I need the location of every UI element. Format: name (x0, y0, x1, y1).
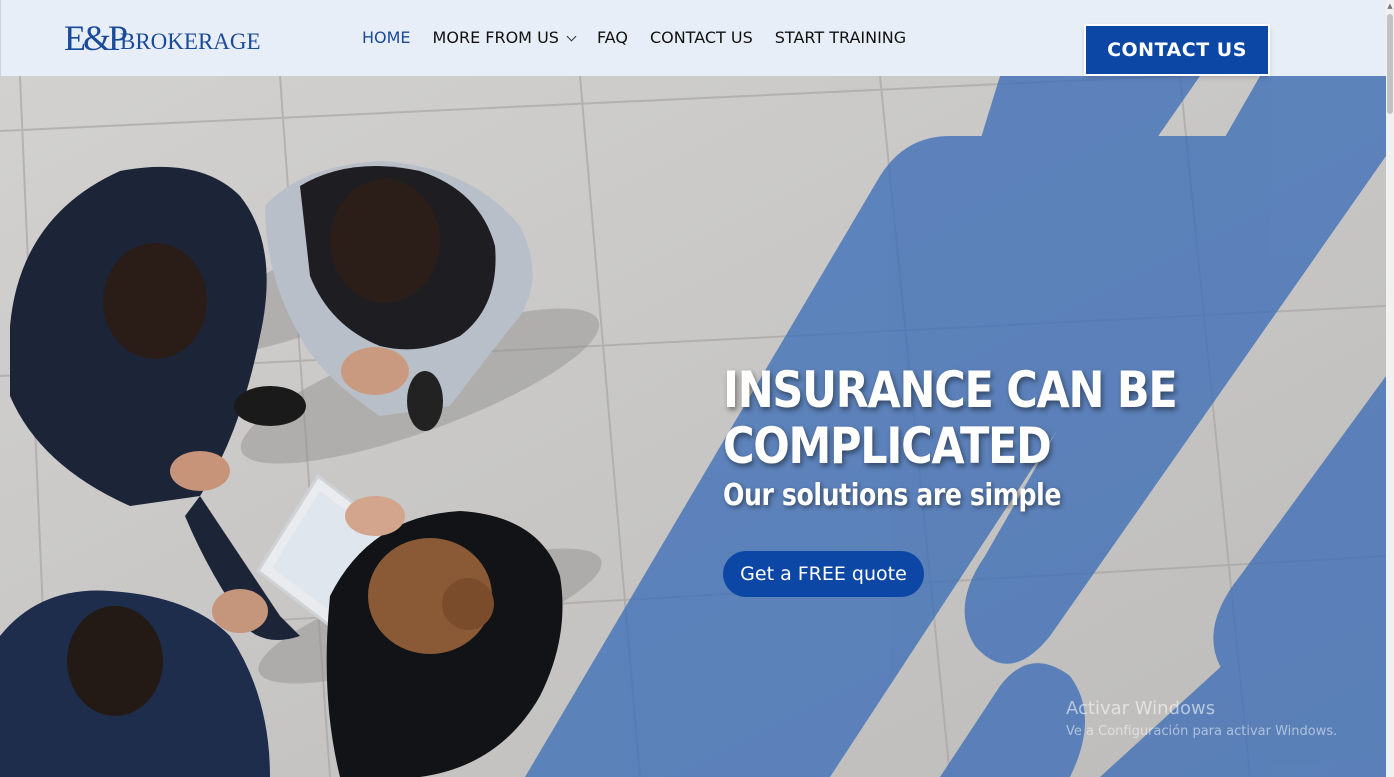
nav-home-label: HOME (362, 28, 411, 47)
logo-mark: E&P (64, 18, 128, 58)
nav-more-label: MORE FROM US (432, 28, 559, 47)
nav-contact-label: CONTACT US (649, 28, 753, 47)
nav-more-from-us[interactable]: MORE FROM US (432, 28, 577, 47)
arrow-up-icon[interactable]: ▲ (1386, 2, 1394, 10)
hero-subheadline: Our solutions are simple (723, 478, 1062, 513)
nav-contact-us[interactable]: CONTACT US (650, 28, 753, 47)
nav-faq-label: FAQ (596, 28, 628, 47)
contact-us-button[interactable]: CONTACT US (1086, 26, 1268, 74)
get-free-quote-button[interactable]: Get a FREE quote (723, 551, 924, 597)
hero-section: INSURANCE CAN BE COMPLICATED Our solutio… (0, 76, 1386, 777)
site-header: E&P BROKERAGE HOME MORE FROM US FAQ CONT… (0, 0, 1386, 76)
nav-training-label: START TRAINING (774, 28, 907, 47)
hero-image (0, 76, 1386, 777)
nav-faq[interactable]: FAQ (597, 28, 628, 47)
main-nav: HOME MORE FROM US FAQ CONTACT US START T… (362, 28, 928, 47)
nav-start-training[interactable]: START TRAINING (775, 28, 906, 47)
headline-line-2: COMPLICATED (723, 416, 1052, 475)
hero-headline: INSURANCE CAN BE COMPLICATED (723, 360, 1178, 475)
scrollbar-thumb[interactable] (1387, 14, 1393, 114)
chevron-down-icon (566, 31, 577, 41)
page-scrollbar[interactable]: ▲ (1386, 0, 1394, 777)
nav-home[interactable]: HOME (362, 28, 411, 47)
headline-line-1: INSURANCE CAN BE (723, 360, 1178, 419)
windows-activation-title: Activar Windows (1066, 698, 1216, 719)
windows-activation-subtitle: Ve a Configuración para activar Windows. (1066, 724, 1338, 739)
logo-text: BROKERAGE (120, 29, 261, 54)
